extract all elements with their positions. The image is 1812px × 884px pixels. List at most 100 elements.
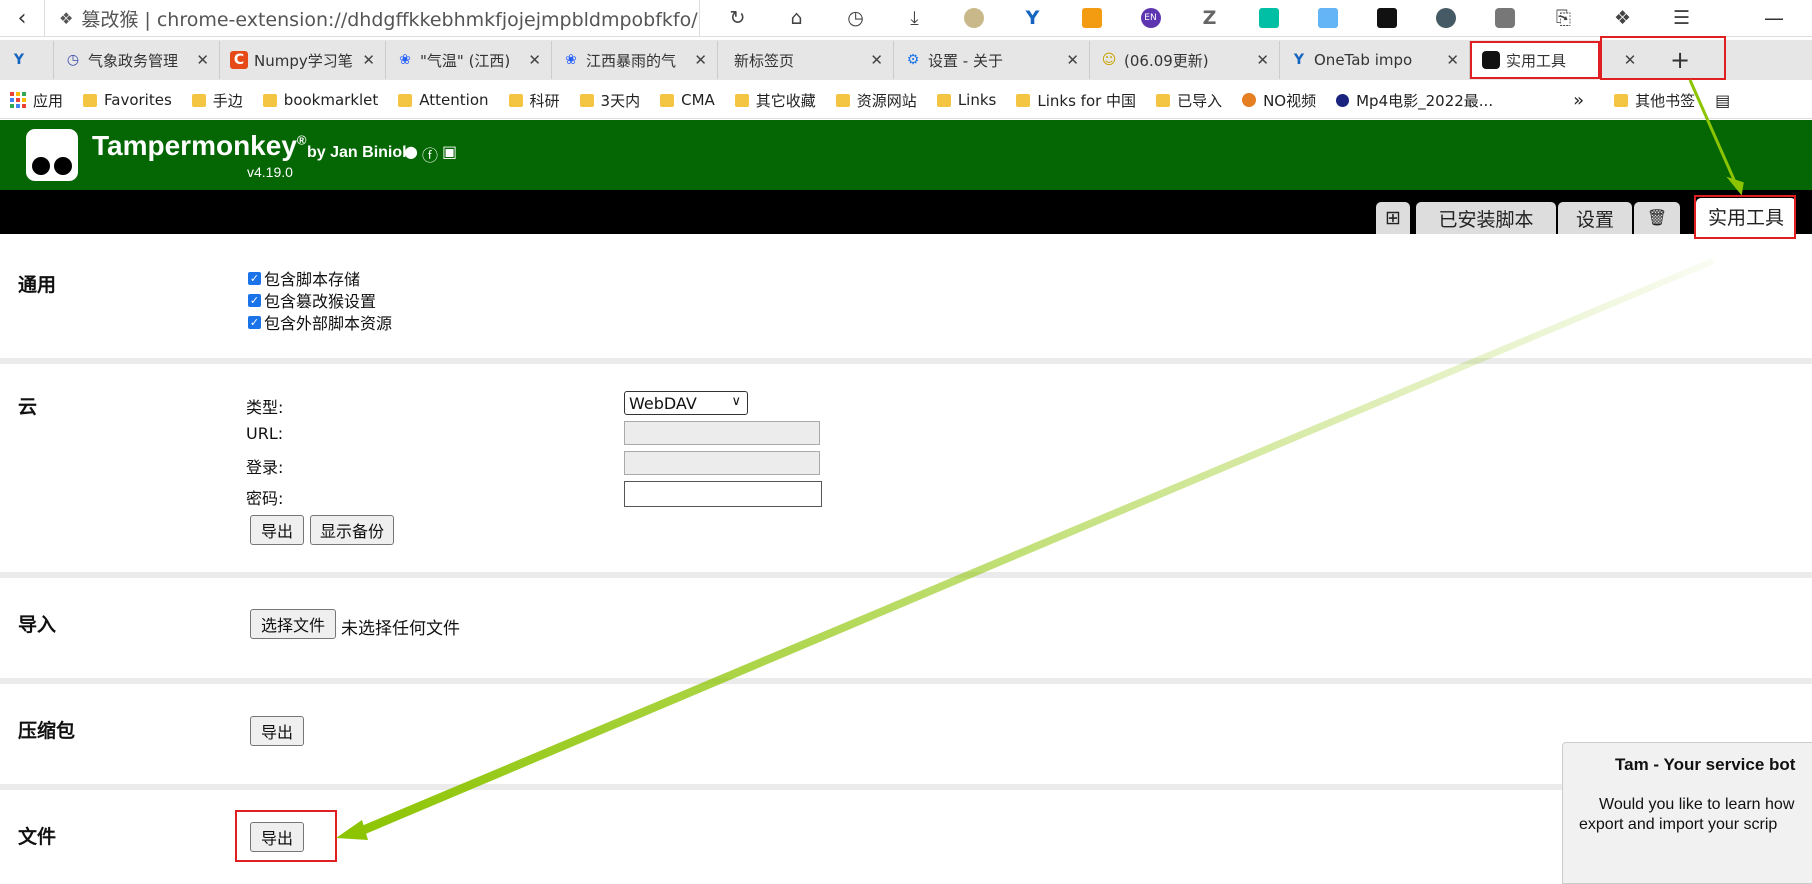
section-title: 压缩包: [18, 721, 76, 742]
tab-weather-admin[interactable]: ◷ 气象政务管理 ✕: [54, 41, 220, 79]
onetab-icon[interactable]: Y: [1003, 0, 1062, 36]
tab-close-active[interactable]: ✕: [1600, 41, 1660, 79]
copy-icon[interactable]: ⎘: [1534, 0, 1593, 36]
bookmark-attention[interactable]: Attention: [388, 91, 498, 109]
tab-numpy[interactable]: C Numpy学习笔 ✕: [220, 41, 386, 79]
bookmark-other-bookmarks[interactable]: 其他书签: [1604, 90, 1705, 111]
bookmark-favorites[interactable]: Favorites: [73, 91, 182, 109]
zip-export-button[interactable]: 导出: [250, 716, 304, 746]
option-include-storage[interactable]: ✓ 包含脚本存储: [248, 266, 360, 290]
bookmark-links-china[interactable]: Links for 中国: [1006, 90, 1146, 111]
bot-title: Tam - Your service bot: [1615, 755, 1796, 774]
bookmark-bookmarklet[interactable]: bookmarklet: [253, 91, 389, 109]
minimize-icon[interactable]: —: [1764, 6, 1784, 30]
address-bar[interactable]: ❖ 篡改猴 | chrome-extension://dhdgffkkebhmk…: [44, 0, 700, 36]
cloud-url-input[interactable]: [624, 421, 820, 445]
rss-icon[interactable]: [1062, 0, 1121, 36]
tab-onetab-import[interactable]: Y OneTab impo ✕: [1280, 41, 1470, 79]
cloud-export-button[interactable]: 导出: [250, 515, 304, 545]
choose-file-button[interactable]: 选择文件: [250, 609, 336, 639]
tab-label: Numpy学习笔: [254, 51, 353, 70]
zotero-icon[interactable]: Z: [1180, 0, 1239, 36]
reload-icon[interactable]: ↻: [708, 0, 767, 36]
close-icon[interactable]: ✕: [1066, 51, 1079, 69]
service-bot-panel[interactable]: Tam - Your service bot Would you like to…: [1562, 742, 1812, 884]
folder-icon: [1016, 93, 1031, 107]
bookmark-handy[interactable]: 手边: [182, 90, 253, 111]
back-icon[interactable]: ‹: [0, 6, 44, 31]
tampermonkey-logo-icon: [26, 129, 78, 181]
search-extension-icon[interactable]: [1298, 0, 1357, 36]
github-icon[interactable]: ●: [404, 142, 418, 166]
tm-author[interactable]: by Jan Biniok: [307, 144, 411, 162]
bookmarks-overflow-icon[interactable]: »: [1563, 90, 1594, 111]
history-icon[interactable]: ◷: [826, 0, 885, 36]
option-include-external[interactable]: ✓ 包含外部脚本资源: [248, 310, 392, 334]
chevron-down-icon: ∨: [731, 394, 741, 409]
folder-icon: [398, 93, 413, 107]
tab-label: 设置 - 关于: [928, 51, 1003, 70]
bookmark-no-video[interactable]: NO视频: [1232, 90, 1326, 111]
tab-onetab-pinned[interactable]: Y: [0, 41, 54, 79]
tab-new-tab-page[interactable]: 新标签页 ✕: [718, 41, 894, 79]
bookmark-resources[interactable]: 资源网站: [826, 90, 927, 111]
close-icon[interactable]: ✕: [528, 51, 541, 69]
tampermonkey-toolbar-icon[interactable]: [1475, 0, 1534, 36]
close-icon[interactable]: ✕: [362, 51, 375, 69]
tab-installed-scripts[interactable]: 已安装脚本: [1416, 202, 1556, 234]
tab-settings-about[interactable]: ⚙ 设置 - 关于 ✕: [894, 41, 1090, 79]
bookmark-apps[interactable]: 应用: [0, 90, 73, 111]
close-icon[interactable]: ✕: [1624, 51, 1637, 69]
reading-list-icon[interactable]: ▤: [1705, 91, 1740, 110]
new-tab-icon[interactable]: +: [1660, 46, 1700, 74]
facebook-icon[interactable]: ⓕ: [422, 142, 438, 166]
play-icon: [1242, 93, 1257, 107]
tab-utilities-active[interactable]: 实用工具: [1470, 41, 1600, 79]
bookmark-cma[interactable]: CMA: [650, 91, 725, 109]
cloud-password-input[interactable]: [624, 481, 822, 507]
new-script-icon[interactable]: ⊞: [1376, 202, 1410, 234]
bookmark-research[interactable]: 科研: [499, 90, 570, 111]
folder-icon: [1156, 93, 1171, 107]
bookmark-other-collections[interactable]: 其它收藏: [725, 90, 826, 111]
bookmark-imported[interactable]: 已导入: [1146, 90, 1232, 111]
cloud-login-input[interactable]: [624, 451, 820, 475]
home-icon[interactable]: ⌂: [767, 0, 826, 36]
tab-settings[interactable]: 设置: [1558, 202, 1632, 234]
close-icon[interactable]: ✕: [196, 51, 209, 69]
tm-title: Tampermonkey®: [92, 130, 306, 162]
close-icon[interactable]: ✕: [1446, 51, 1459, 69]
extension-1-icon[interactable]: [944, 0, 1003, 36]
markdown-icon[interactable]: [1357, 0, 1416, 36]
checkbox-checked-icon[interactable]: ✓: [248, 271, 261, 285]
checkbox-checked-icon[interactable]: ✓: [248, 315, 261, 329]
bookmark-3days[interactable]: 3天内: [570, 90, 651, 111]
close-icon[interactable]: ✕: [694, 51, 707, 69]
download-icon[interactable]: ⤓: [885, 0, 944, 36]
bookmark-links[interactable]: Links: [927, 91, 1007, 109]
option-include-settings[interactable]: ✓ 包含篡改猴设置: [248, 288, 376, 312]
bookmark-mp4-movie[interactable]: Mp4电影_2022最...: [1326, 90, 1503, 111]
show-backups-button[interactable]: 显示备份: [310, 515, 394, 545]
tab-update[interactable]: ☺ (06.09更新) ✕: [1090, 41, 1280, 79]
cloud-type-select[interactable]: WebDAV ∨: [624, 391, 748, 415]
extensions-puzzle-icon[interactable]: ❖: [1593, 0, 1652, 36]
extension-3-icon[interactable]: [1416, 0, 1475, 36]
section-title: 导入: [18, 615, 57, 636]
checkbox-checked-icon[interactable]: ✓: [248, 293, 261, 307]
file-export-button[interactable]: 导出: [250, 822, 304, 852]
bookmarks-bar: 应用 Favorites 手边 bookmarklet Attention 科研…: [0, 82, 1812, 119]
trash-icon[interactable]: 🗑: [1634, 202, 1680, 234]
close-icon[interactable]: ✕: [870, 51, 883, 69]
apps-grid-icon: [10, 92, 26, 108]
close-icon[interactable]: ✕: [1256, 51, 1269, 69]
tab-rainstorm[interactable]: ❀ 江西暴雨的气 ✕: [552, 41, 718, 79]
tm-header: Tampermonkey® by Jan Biniok ● ⓕ ▣ v4.19.…: [0, 120, 1812, 190]
translate-en-icon[interactable]: EN: [1121, 0, 1180, 36]
tab-utilities[interactable]: 实用工具: [1696, 198, 1796, 234]
menu-icon[interactable]: ☰: [1652, 0, 1711, 36]
tab-label: 新标签页: [734, 51, 795, 70]
extension-2-icon[interactable]: [1239, 0, 1298, 36]
tab-temperature[interactable]: ❀ "气温" (江西) ✕: [386, 41, 552, 79]
instagram-icon[interactable]: ▣: [442, 142, 457, 166]
